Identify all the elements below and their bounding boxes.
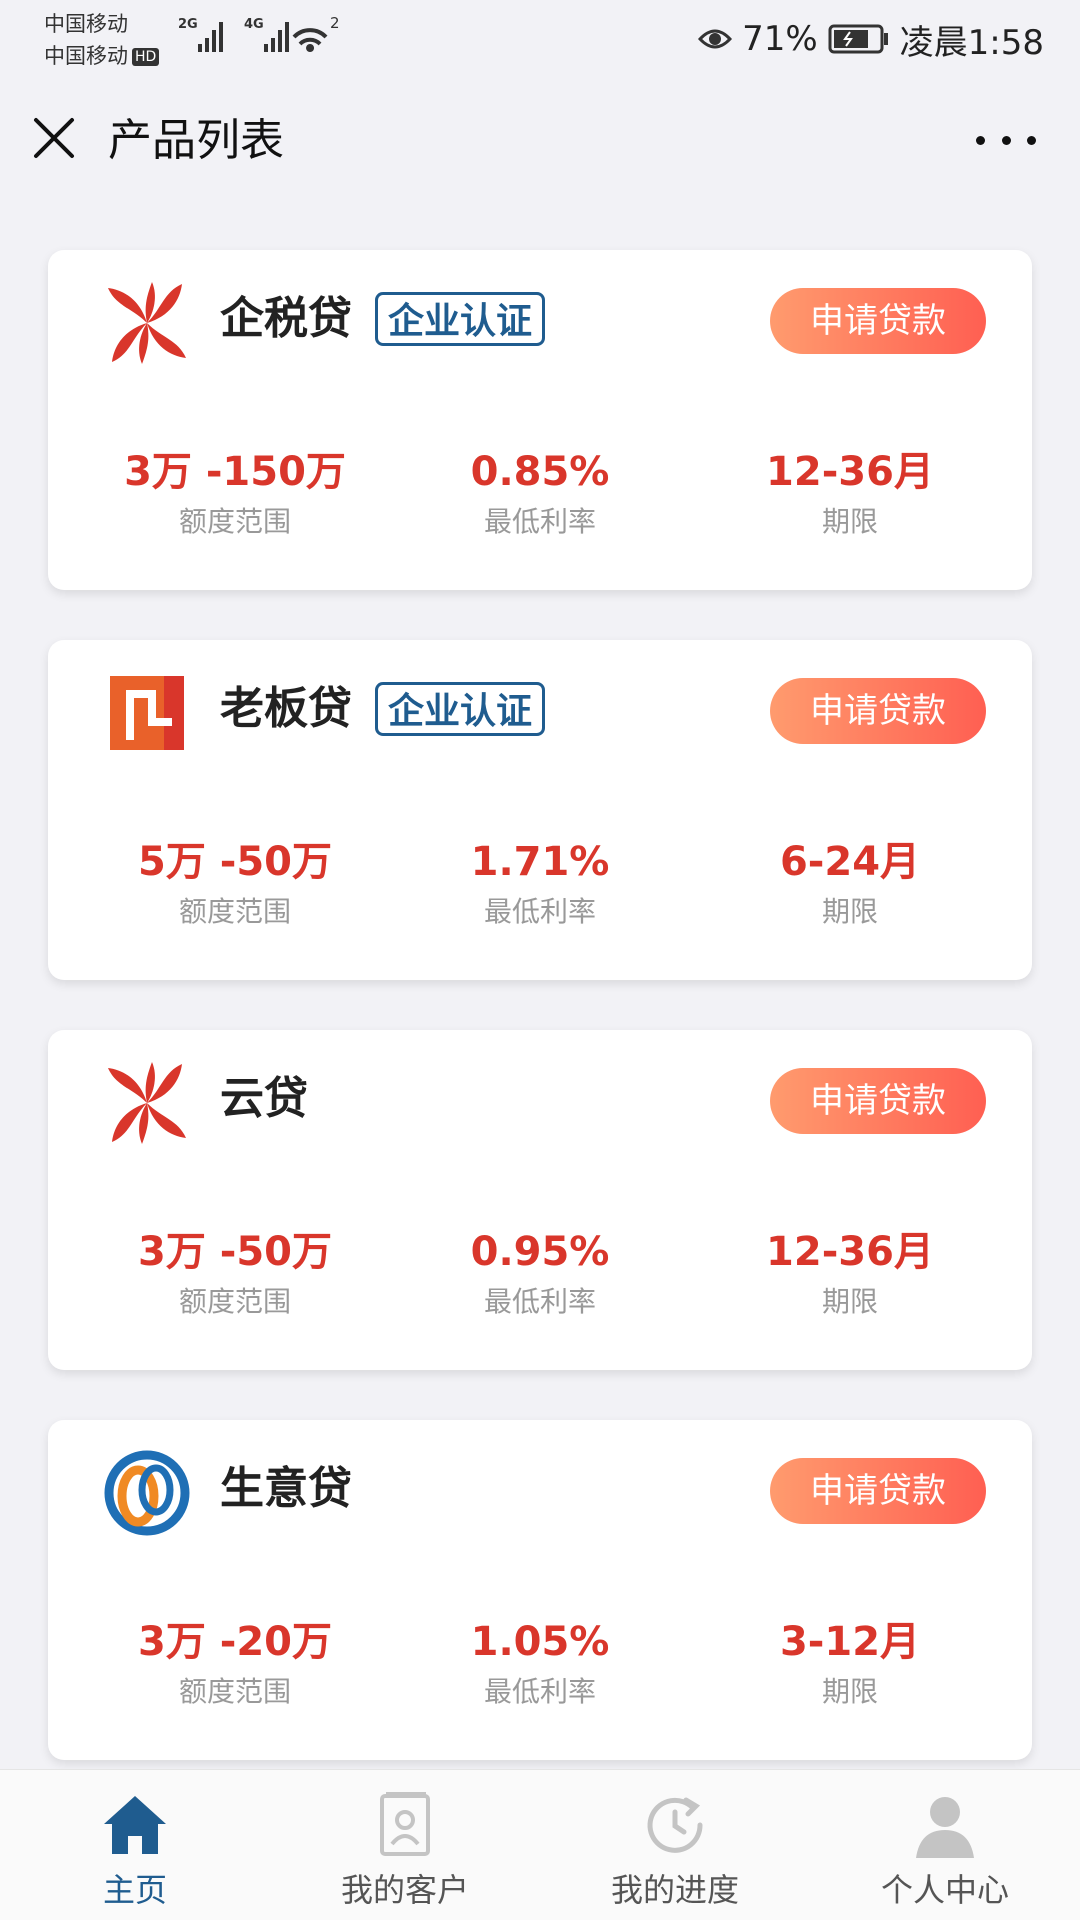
term-label: 期限 [821,1285,878,1318]
more-dot [1001,135,1011,145]
signal-bars-icon-1 [198,22,223,52]
product-card[interactable]: 企税贷 企业认证 申请贷款 3万 -150万 额度范围 0.85% 最低利率 1… [48,250,1032,590]
apply-loan-button[interactable]: 申请贷款 [770,288,986,354]
signal-indicators: 2G 4G 2 [178,14,358,62]
stat-rate: 1.05% 最低利率 [380,1618,700,1712]
pinwheel-logo-icon [102,1058,192,1148]
carrier-2: 中国移动 [44,44,128,68]
carrier-1: 中国移动 [44,12,128,36]
term-value: 12-36月 [766,449,934,495]
amount-label: 额度范围 [178,1675,291,1708]
signal-bars-icon-2 [264,22,289,52]
stat-term: 6-24月 期限 [690,838,1010,932]
term-value: 3-12月 [779,1619,921,1665]
amount-value: 3万 -150万 [124,449,346,495]
amount-label: 额度范围 [178,1285,291,1318]
stat-amount: 3万 -20万 额度范围 [75,1618,395,1712]
enterprise-cert-badge: 企业认证 [375,292,546,346]
more-dots-icon [976,135,985,145]
stat-amount: 5万 -50万 额度范围 [75,838,395,932]
rate-label: 最低利率 [483,895,596,928]
battery-icon [828,24,888,54]
amount-label: 额度范围 [178,895,291,928]
nav-label: 我的客户 [340,1871,469,1909]
stat-rate: 1.71% 最低利率 [380,838,700,932]
more-dot [1027,135,1036,145]
eye-icon [698,29,733,49]
carrier-info: 中国移动 中国移动 HD [44,8,160,72]
term-value: 6-24月 [779,839,921,885]
history-clock-icon [647,1797,703,1853]
clock: 凌晨1:58 [899,22,1044,63]
enterprise-cert-badge: 企业认证 [375,682,546,736]
bottom-nav: 主页 我的客户 我的进度 个人中心 [0,1769,1080,1920]
stat-rate: 0.95% 最低利率 [380,1228,700,1322]
net-type-2: 4G [244,17,264,32]
carrier-2-row: 中国移动 HD [44,40,160,72]
nav-label: 个人中心 [880,1871,1009,1909]
rings-logo-icon [102,1448,192,1538]
apply-loan-button[interactable]: 申请贷款 [770,1458,986,1524]
nav-profile[interactable]: 个人中心 [810,1770,1080,1920]
rate-value: 1.71% [470,839,610,885]
page-title: 产品列表 [108,115,284,166]
apply-loan-button[interactable]: 申请贷款 [770,678,986,744]
close-button[interactable] [28,112,80,164]
pinwheel-logo-icon [102,278,192,368]
nav-label: 主页 [102,1871,167,1909]
app-header: 产品列表 [0,78,1080,202]
rate-label: 最低利率 [483,1675,596,1708]
product-name: 企税贷 [220,293,352,344]
battery-percent: 71% [742,19,818,59]
stat-term: 3-12月 期限 [690,1618,1010,1712]
amount-value: 3万 -20万 [137,1619,333,1665]
status-bar: 中国移动 中国移动 HD 2G 4G 2 71% 凌晨1:58 [0,0,1080,78]
contact-card-icon [380,1792,430,1856]
term-label: 期限 [821,1675,878,1708]
product-name: 云贷 [220,1073,308,1124]
rate-value: 0.95% [470,1229,610,1275]
square-logo-icon [102,668,192,758]
more-button[interactable] [976,120,1036,160]
nav-customers[interactable]: 我的客户 [270,1770,540,1920]
rate-value: 0.85% [470,449,610,495]
rate-label: 最低利率 [483,1285,596,1318]
stat-amount: 3万 -50万 额度范围 [75,1228,395,1322]
product-card[interactable]: 云贷 申请贷款 3万 -50万 额度范围 0.95% 最低利率 12-36月 期… [48,1030,1032,1370]
term-value: 12-36月 [766,1229,934,1275]
apply-loan-button[interactable]: 申请贷款 [770,1068,986,1134]
net-type-1: 2G [178,17,198,32]
nav-label: 我的进度 [610,1871,739,1909]
product-card[interactable]: 老板贷 企业认证 申请贷款 5万 -50万 额度范围 1.71% 最低利率 6-… [48,640,1032,980]
term-label: 期限 [821,505,878,538]
wifi-count: 2 [330,14,340,32]
stat-rate: 0.85% 最低利率 [380,448,700,542]
user-icon [916,1797,974,1858]
product-card[interactable]: 生意贷 申请贷款 3万 -20万 额度范围 1.05% 最低利率 3-12月 期… [48,1420,1032,1760]
wifi-icon [292,28,328,52]
status-right: 71% 凌晨1:58 [698,14,1044,64]
nav-home[interactable]: 主页 [0,1770,270,1920]
product-name: 老板贷 [220,683,352,734]
stat-term: 12-36月 期限 [690,448,1010,542]
amount-value: 5万 -50万 [137,839,333,885]
term-label: 期限 [821,895,878,928]
stat-amount: 3万 -150万 额度范围 [75,448,395,542]
close-icon [34,118,74,158]
amount-value: 3万 -50万 [137,1229,333,1275]
product-name: 生意贷 [220,1463,352,1514]
hd-badge: HD [132,48,160,66]
nav-progress[interactable]: 我的进度 [540,1770,810,1920]
amount-label: 额度范围 [178,505,291,538]
rate-label: 最低利率 [483,505,596,538]
home-icon [104,1796,166,1854]
rate-value: 1.05% [470,1619,610,1665]
stat-term: 12-36月 期限 [690,1228,1010,1322]
